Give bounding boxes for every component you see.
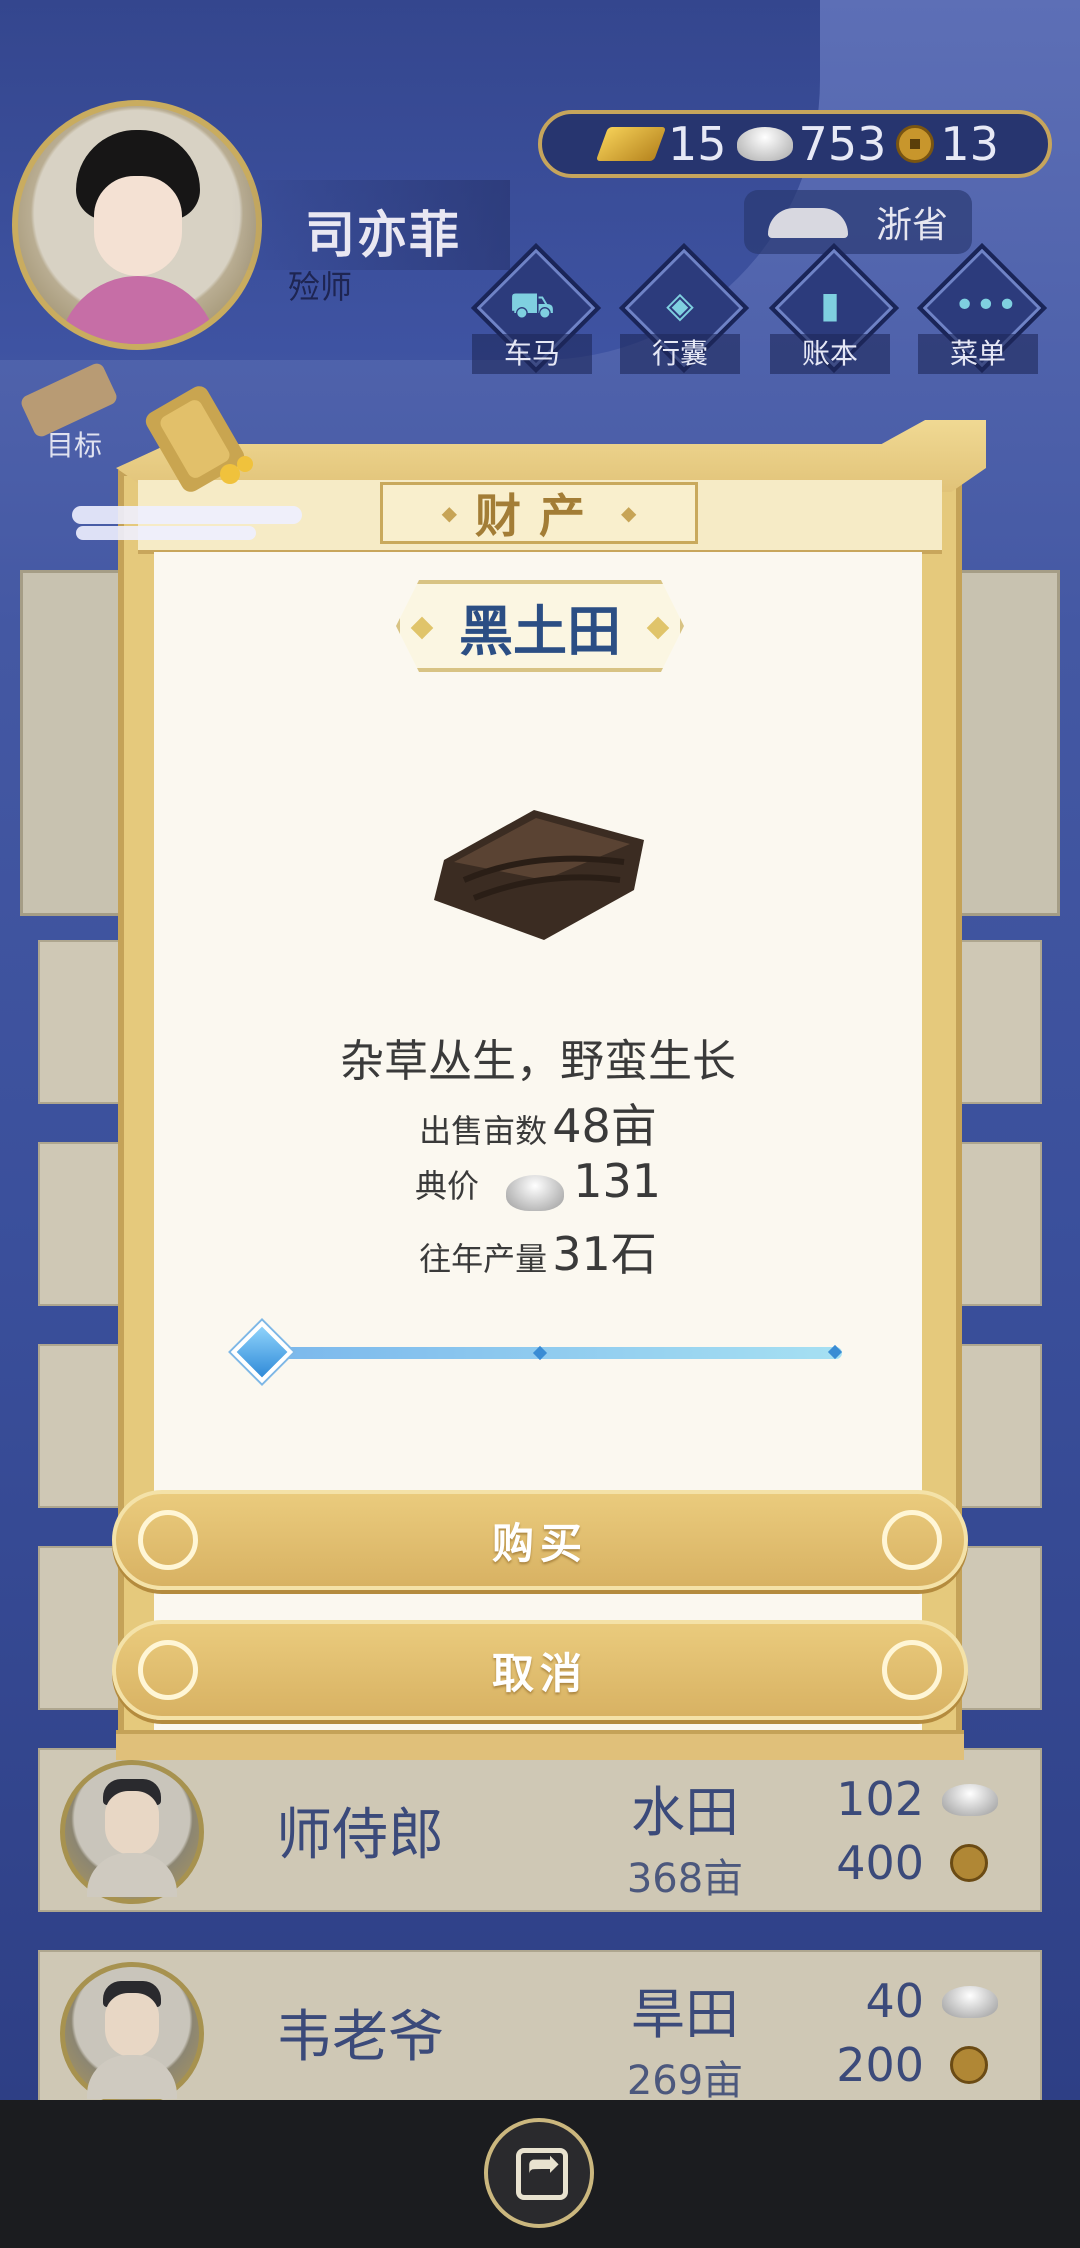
nav-carriage-button[interactable]: ⛟ 车马 (470, 242, 602, 390)
avatar-body (87, 1853, 177, 1897)
avatar-head (105, 1791, 159, 1855)
silver-ingot-icon (942, 1986, 998, 2018)
seller-avatar (60, 1962, 204, 2106)
bag-icon: ◈ (666, 285, 694, 326)
share-button[interactable] (484, 2118, 594, 2228)
nav-label: 账本 (770, 334, 890, 374)
province-button[interactable]: 浙省 (744, 190, 972, 254)
copper-coin-icon (950, 2046, 988, 2084)
copper-coin-icon (950, 1844, 988, 1882)
avatar-face (94, 176, 182, 276)
goal-label: 目标 (46, 429, 103, 462)
copper-price: 200 (836, 2038, 924, 2092)
seller-avatar (60, 1760, 204, 1904)
player-name: 司亦菲 (305, 206, 461, 264)
avatar-body (87, 2055, 177, 2099)
list-item[interactable]: 师侍郎 水田 368亩 102 400 (38, 1748, 1042, 1912)
title-ornament-icon: ◆ (621, 501, 637, 525)
carriage-icon: ⛟ (509, 285, 555, 326)
cloud-swirl-icon (882, 1640, 942, 1700)
menu-icon: ••• (954, 285, 1018, 326)
item-description: 杂草丛生，野蛮生长 (340, 1036, 736, 1087)
list-item[interactable]: 韦老爷 旱田 269亩 40 200 (38, 1950, 1042, 2114)
price-label: 典价 (414, 1167, 479, 1205)
buy-button[interactable]: 购买 (112, 1490, 968, 1590)
land-acres: 368亩 (626, 1856, 744, 1902)
yield-stat: 往年产量 31石 (154, 1218, 922, 1284)
price-value: 131 (573, 1154, 661, 1208)
player-avatar[interactable] (12, 100, 262, 350)
quantity-slider-track[interactable] (262, 1347, 842, 1359)
copper-price: 400 (836, 1836, 924, 1890)
avatar-robe (58, 276, 218, 344)
nav-ledger-button[interactable]: ▮ 账本 (768, 242, 900, 390)
dialog-frame-bottom (116, 1730, 964, 1760)
copper-coin-icon (896, 125, 935, 163)
silver-ingot-icon (506, 1174, 565, 1211)
player-title: 殓师 (288, 268, 353, 306)
nav-label: 行囊 (620, 334, 740, 374)
land-acres: 269亩 (626, 2058, 744, 2104)
ledger-icon: ▮ (820, 285, 840, 326)
cloud-swirl-icon (138, 1510, 198, 1570)
province-label: 浙省 (875, 205, 948, 246)
nav-bag-button[interactable]: ◈ 行囊 (618, 242, 750, 390)
gold-count: 15 (668, 117, 727, 171)
yield-value: 31石 (552, 1227, 657, 1281)
cloud-swirl-icon (882, 1510, 942, 1570)
dialog-title: ◆ 财产 ◆ (380, 482, 698, 544)
goal-button[interactable]: 目标 (16, 361, 136, 462)
silver-ingot-icon (736, 127, 793, 161)
gold-bar-icon (595, 127, 667, 161)
cloud-decoration (72, 506, 302, 524)
iron-icon (768, 208, 848, 238)
wheat-sheaf-icon (145, 386, 253, 492)
acres-value: 48亩 (552, 1099, 657, 1153)
currency-bar: 15 753 13 (538, 110, 1052, 178)
price-stat: 典价 131 (154, 1154, 922, 1211)
acres-label: 出售亩数 (419, 1112, 548, 1150)
title-ornament-icon: ◆ (441, 501, 457, 525)
silver-price: 102 (836, 1772, 924, 1826)
item-name-text: 黑土田 (459, 599, 621, 663)
land-type: 旱田 (631, 1983, 739, 2046)
silver-price: 40 (865, 1974, 924, 2028)
cancel-button[interactable]: 取消 (112, 1620, 968, 1720)
acres-stat: 出售亩数 48亩 (154, 1090, 922, 1156)
silver-ingot-icon (942, 1784, 998, 1816)
seller-name: 师侍郎 (276, 1803, 444, 1868)
avatar-head (105, 1993, 159, 2057)
land-type: 水田 (631, 1781, 739, 1844)
nav-label: 菜单 (918, 334, 1038, 374)
share-icon (516, 2141, 568, 2200)
nav-menu-button[interactable]: ••• 菜单 (916, 242, 1048, 390)
dialog-title-text: 财产 (475, 489, 603, 543)
cloud-decoration (76, 526, 256, 540)
seller-name: 韦老爷 (276, 2005, 444, 2070)
cancel-button-label: 取消 (491, 1648, 588, 1698)
item-name: 黑土田 (396, 580, 684, 672)
buy-button-label: 购买 (491, 1518, 588, 1568)
silver-count: 753 (798, 117, 887, 171)
yield-label: 往年产量 (419, 1240, 548, 1278)
copper-count: 13 (940, 117, 999, 171)
cloud-swirl-icon (138, 1640, 198, 1700)
black-soil-field-icon (434, 810, 644, 940)
nav-label: 车马 (472, 334, 592, 374)
